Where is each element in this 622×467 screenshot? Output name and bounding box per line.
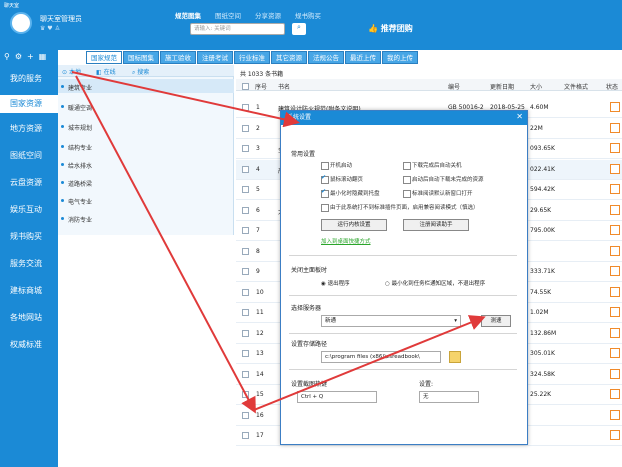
arrow-to-dialog bbox=[71, 71, 300, 128]
arrow-to-speed-test bbox=[253, 315, 486, 411]
arrow-to-table bbox=[75, 75, 256, 414]
annotation-arrows bbox=[71, 71, 486, 414]
